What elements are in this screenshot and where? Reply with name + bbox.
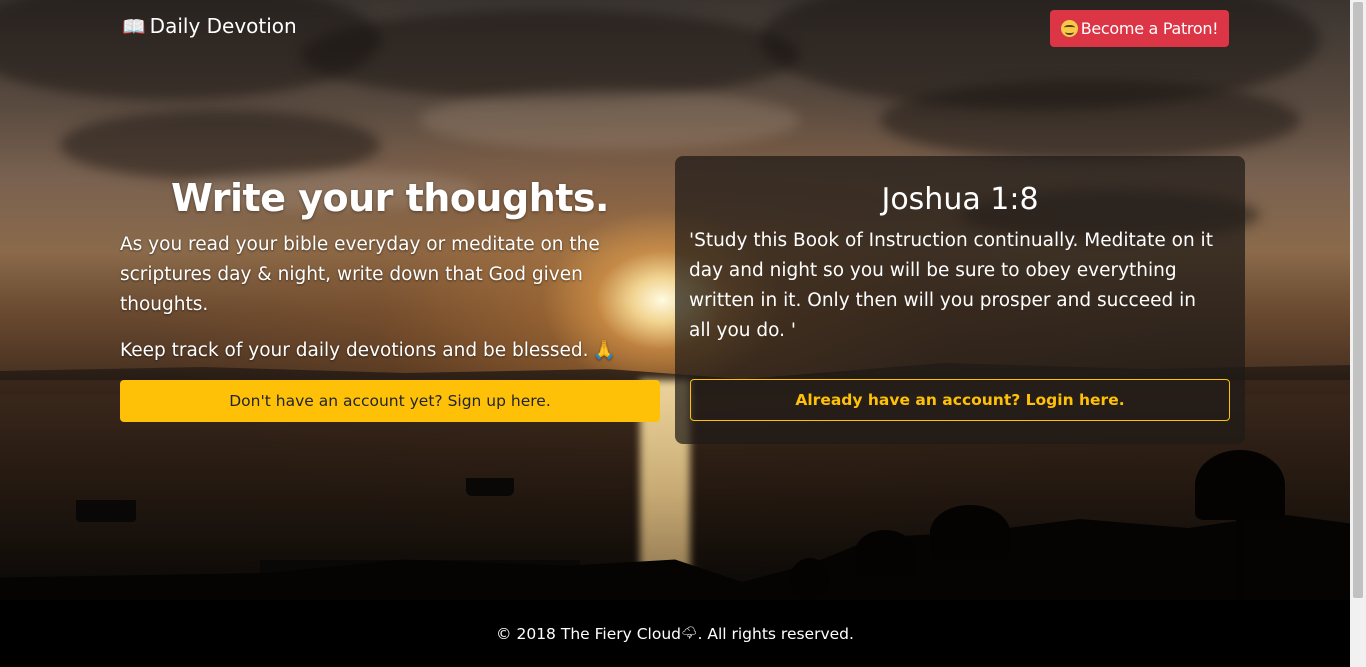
brand-label: Daily Devotion — [149, 14, 297, 38]
verse-text: 'Study this Book of Instruction continua… — [689, 230, 1213, 341]
navbar: 📖 Daily Devotion Become a Patron! — [0, 0, 1350, 57]
become-patron-button[interactable]: Become a Patron! — [1050, 10, 1229, 47]
open-book-icon: 📖 — [122, 15, 146, 38]
intro-paragraph: As you read your bible everyday or medit… — [120, 234, 600, 315]
page: 📖 Daily Devotion Become a Patron! Write … — [0, 0, 1366, 667]
signup-button[interactable]: Don't have an account yet? Sign up here. — [120, 380, 660, 422]
brand-link[interactable]: 📖 Daily Devotion — [122, 14, 297, 38]
scrollbar-thumb[interactable] — [1353, 2, 1363, 598]
copyright-suffix: . All rights reserved. — [697, 624, 854, 643]
praying-hands-icon: 🙏 — [592, 340, 616, 361]
blessing-text: Keep track of your daily devotions and b… — [120, 340, 589, 361]
verse-reference: Joshua 1:8 — [881, 182, 1039, 217]
blessing-paragraph: Keep track of your daily devotions and b… — [120, 336, 660, 366]
vertical-scrollbar[interactable] — [1350, 0, 1366, 667]
page-headline: Write your thoughts. — [171, 176, 609, 220]
footer: © 2018 The Fiery Cloud 🌩. All rights rese… — [0, 600, 1350, 667]
patron-button-label: Become a Patron! — [1080, 19, 1219, 38]
copyright-prefix: © 2018 The Fiery Cloud — [496, 624, 681, 643]
intro-section: Write your thoughts. As you read your bi… — [120, 170, 660, 366]
smiling-face-with-halo-icon — [1060, 20, 1078, 37]
login-button[interactable]: Already have an account? Login here. — [690, 379, 1230, 421]
cloud-lightning-icon: 🌩 — [680, 626, 698, 641]
